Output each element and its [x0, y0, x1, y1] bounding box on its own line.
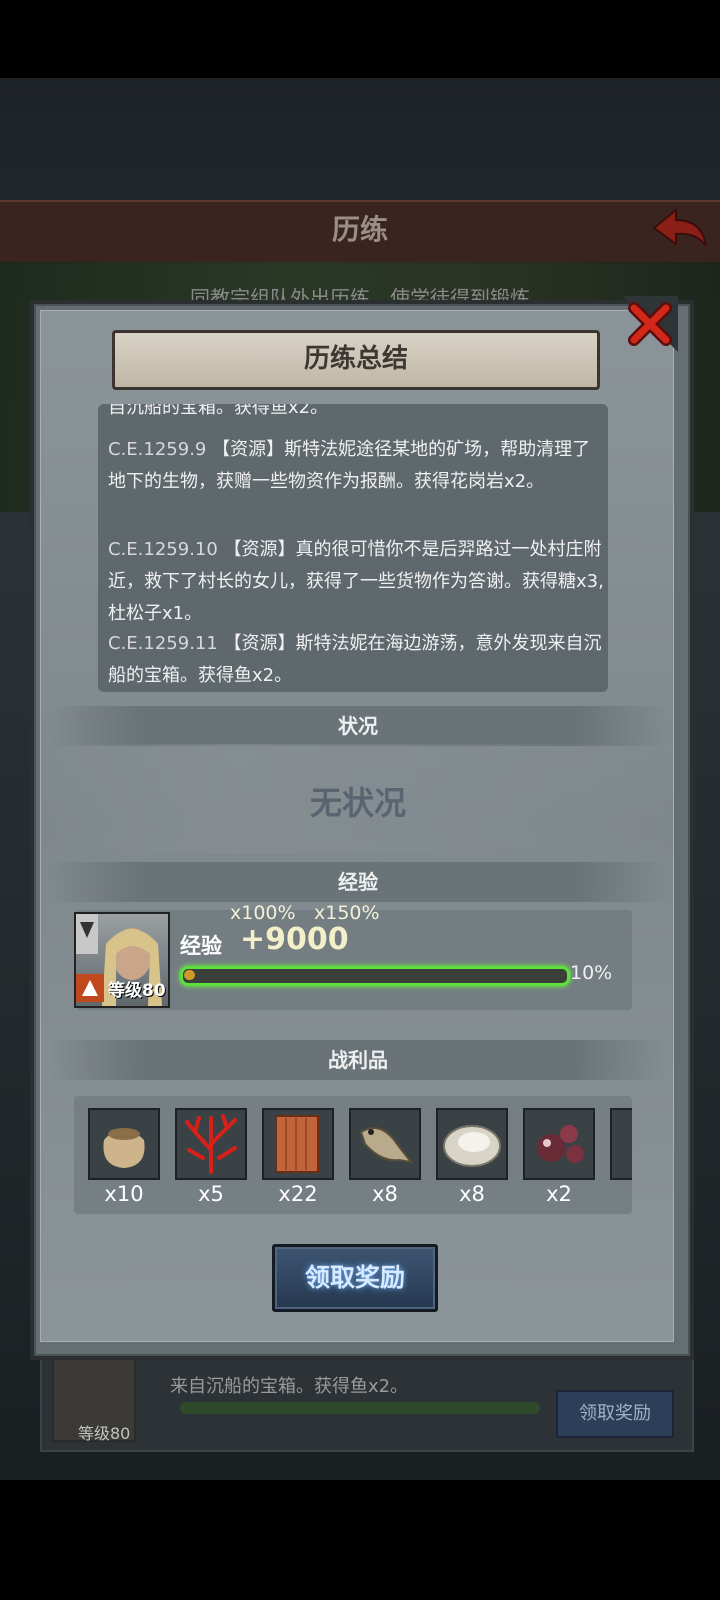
log-entry: C.E.1259.11 【资源】斯特法妮在海边游荡，意外发现来自沉船的宝箱。获得…	[108, 628, 604, 692]
log-date: C.E.1259.11	[108, 633, 218, 654]
exp-label: 经验	[180, 934, 222, 958]
loot-quantity: x2	[546, 1182, 572, 1206]
oyster-icon	[436, 1108, 508, 1180]
loot-item[interactable]: x5	[175, 1108, 247, 1208]
log-entry-partial: 自沉船的宝箱。获得鱼x2。	[108, 404, 329, 418]
status-section-label: 状况	[338, 714, 378, 738]
loot-quantity: x8	[372, 1182, 398, 1206]
close-icon[interactable]	[622, 296, 678, 352]
exp-multiplier-bonus: x150%	[314, 902, 380, 924]
log-date: C.E.1259.10	[108, 539, 218, 560]
loot-quantity: x10	[104, 1182, 144, 1206]
coral-icon	[175, 1108, 247, 1180]
log-entry: C.E.1259.9 【资源】斯特法妮途径某地的矿场，帮助清理了地下的生物，获赠…	[108, 434, 604, 498]
loot-quantity: x5	[198, 1182, 224, 1206]
background-log-text: 来自沉船的宝箱。获得鱼x2。	[170, 1376, 409, 1397]
loot-item[interactable]: x8	[349, 1108, 421, 1208]
loot-quantity: x8	[459, 1182, 485, 1206]
loot-section-label: 战利品	[328, 1048, 388, 1072]
loot-item[interactable]: x2	[523, 1108, 595, 1208]
pearl-icon	[523, 1108, 595, 1180]
sack-icon	[88, 1108, 160, 1180]
event-log[interactable]: 自沉船的宝箱。获得鱼x2。 C.E.1259.9 【资源】斯特法妮途径某地的矿场…	[98, 404, 608, 692]
log-entry: C.E.1259.10 【资源】真的很可惜你不是后羿路过一处村庄附近，救下了村长…	[108, 534, 604, 630]
back-arrow-icon[interactable]	[650, 206, 710, 250]
screen-title: 历练	[331, 213, 388, 246]
fish-icon	[349, 1108, 421, 1180]
exp-multiplier-base: x100%	[230, 902, 296, 924]
loot-quantity: x22	[278, 1182, 318, 1206]
hero-level: 等级80	[108, 981, 166, 1001]
status-value: 无状况	[309, 784, 406, 822]
loot-quantity: x	[610, 1182, 632, 1206]
dialog-title: 历练总结	[303, 344, 408, 374]
loot-list[interactable]: x10 x5 x22 x8 x8 x2 x	[74, 1096, 632, 1214]
wood-plank-icon	[262, 1108, 334, 1180]
item-icon	[610, 1108, 632, 1180]
claim-reward-label[interactable]: 领取奖励	[272, 1244, 438, 1312]
background-claim-button[interactable]: 领取奖励	[556, 1390, 674, 1438]
exp-section-label: 经验	[338, 870, 378, 894]
exp-progress-fill	[184, 970, 195, 980]
background-progress-bar	[180, 1402, 540, 1414]
log-date: C.E.1259.9	[108, 439, 207, 460]
loot-item[interactable]: x22	[262, 1108, 334, 1208]
loot-item[interactable]: x8	[436, 1108, 508, 1208]
loot-item[interactable]: x	[610, 1108, 632, 1208]
exp-percent: 10%	[570, 962, 613, 984]
exp-progress-bar	[180, 966, 570, 986]
exp-gain-value: +9000	[240, 922, 349, 957]
background-level: 等级80	[78, 1424, 131, 1443]
loot-item[interactable]: x10	[88, 1108, 160, 1208]
